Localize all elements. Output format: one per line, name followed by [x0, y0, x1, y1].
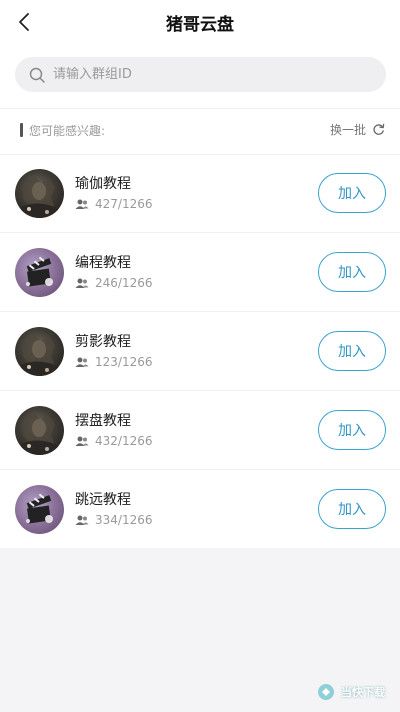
- group-name: 摆盘教程: [75, 413, 131, 429]
- group-name: 跳远教程: [75, 492, 131, 508]
- group-row: 瑜伽教程 427/1266 加入: [0, 155, 400, 233]
- members-icon: [75, 357, 89, 367]
- member-count: 427/1266: [95, 197, 153, 211]
- members-icon: [75, 199, 89, 209]
- members-icon: [75, 436, 89, 446]
- avatar[interactable]: [15, 485, 64, 534]
- join-button[interactable]: 加入: [318, 410, 386, 450]
- section-title: 您可能感兴趣:: [29, 124, 106, 138]
- member-info: 427/1266: [75, 197, 153, 211]
- divider: [0, 232, 400, 233]
- refresh-icon: [373, 123, 385, 135]
- main-panel: 猪哥云盘 您可能感兴趣: 换一批: [0, 0, 400, 548]
- join-button[interactable]: 加入: [318, 331, 386, 371]
- group-row: 跳远教程 334/1266 加入: [0, 471, 400, 549]
- group-name: 编程教程: [75, 255, 131, 271]
- divider: [0, 469, 400, 470]
- divider: [0, 108, 400, 109]
- recommend-header: 您可能感兴趣: 换一批: [0, 110, 400, 154]
- member-info: 334/1266: [75, 513, 153, 527]
- divider: [0, 311, 400, 312]
- watermark: 当快下载: [316, 682, 385, 702]
- refresh-button[interactable]: 换一批: [330, 121, 385, 138]
- divider: [0, 390, 400, 391]
- member-count: 123/1266: [95, 355, 153, 369]
- search-input[interactable]: [53, 67, 353, 82]
- group-row: 摆盘教程 432/1266 加入: [0, 392, 400, 470]
- member-count: 334/1266: [95, 513, 153, 527]
- dark-figure-image: [21, 177, 59, 218]
- member-info: 246/1266: [75, 276, 153, 290]
- search-bar[interactable]: [15, 57, 386, 92]
- avatar[interactable]: [15, 248, 64, 297]
- avatar[interactable]: [15, 406, 64, 455]
- film-clapper-image: [26, 493, 53, 524]
- page-title: 猪哥云盘: [166, 15, 234, 35]
- dark-figure-image: [21, 335, 59, 376]
- avatar[interactable]: [15, 327, 64, 376]
- avatar[interactable]: [15, 169, 64, 218]
- member-info: 123/1266: [75, 355, 153, 369]
- join-button[interactable]: 加入: [318, 173, 386, 213]
- dark-figure-image: [21, 414, 59, 455]
- members-icon: [75, 515, 89, 525]
- group-row: 编程教程 246/1266 加入: [0, 234, 400, 312]
- group-name: 剪影教程: [75, 334, 131, 350]
- group-row: 剪影教程 123/1266 加入: [0, 313, 400, 391]
- section-marker: [20, 123, 23, 137]
- refresh-label: 换一批: [329, 123, 366, 137]
- join-button[interactable]: 加入: [318, 489, 386, 529]
- film-clapper-image: [26, 256, 53, 287]
- member-count: 432/1266: [95, 434, 153, 448]
- group-name: 瑜伽教程: [75, 176, 131, 192]
- search-icon: [29, 67, 45, 83]
- nav-bar: 猪哥云盘: [0, 0, 400, 44]
- member-count: 246/1266: [95, 276, 153, 290]
- watermark-text: 当快下载: [341, 686, 385, 699]
- member-info: 432/1266: [75, 434, 153, 448]
- watermark-logo-icon: [318, 684, 334, 700]
- members-icon: [75, 278, 89, 288]
- join-button[interactable]: 加入: [318, 252, 386, 292]
